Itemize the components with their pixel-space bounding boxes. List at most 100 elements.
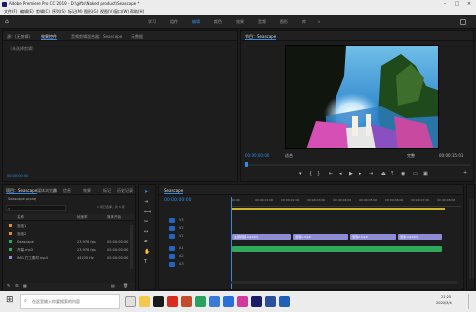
- column-fps[interactable]: 帧速率: [77, 215, 88, 220]
- premiere-pro-icon[interactable]: [251, 296, 262, 307]
- hand-tool-icon[interactable]: ✋: [144, 249, 150, 255]
- maximize-button[interactable]: □: [452, 1, 462, 7]
- workspace-tab-assembly[interactable]: 组件: [170, 20, 178, 24]
- workspace-tab-editing[interactable]: 编辑: [192, 20, 200, 24]
- timeline-ruler[interactable]: 00:00 00:00:01:00 00:00:02:00 00:00:03:0…: [231, 197, 461, 207]
- home-icon[interactable]: ⌂: [5, 18, 12, 25]
- column-media-start[interactable]: 媒体开始: [107, 215, 121, 220]
- step-back-icon[interactable]: ◂: [339, 171, 342, 177]
- menu-file[interactable]: 文件(F): [4, 9, 17, 14]
- project-item[interactable]: 开幕.mp3 23.976 fps 00:00:00:00: [3, 246, 135, 253]
- settings-icon[interactable]: ▣: [423, 171, 428, 177]
- write-lock-icon[interactable]: ✎: [7, 284, 10, 288]
- menu-graphics[interactable]: 图形(G): [84, 9, 98, 14]
- menu-edit[interactable]: 编辑(E): [20, 9, 34, 14]
- track-target-toggle[interactable]: [169, 226, 175, 231]
- track-target-toggle[interactable]: [169, 254, 175, 259]
- timeline-horizontal-scrollbar[interactable]: [231, 281, 457, 284]
- go-to-in-icon[interactable]: ⇤: [329, 171, 333, 177]
- track-select-tool-icon[interactable]: ⇥: [144, 199, 148, 205]
- pen-tool-icon[interactable]: ✒: [144, 239, 148, 245]
- workspace-tab-learn[interactable]: 学习: [148, 20, 156, 24]
- icon-view-icon[interactable]: ▦: [23, 284, 27, 288]
- track-target-toggle[interactable]: [169, 262, 175, 267]
- track-target-toggle[interactable]: [169, 246, 175, 251]
- app-icon[interactable]: [181, 296, 192, 307]
- tab-info[interactable]: 信息: [63, 188, 71, 194]
- new-item-icon[interactable]: ▤: [111, 284, 115, 288]
- app-icon[interactable]: [195, 296, 206, 307]
- track-target-toggle[interactable]: [169, 234, 175, 239]
- extract-icon[interactable]: ⤒: [391, 171, 393, 177]
- tab-sequence-seascape[interactable]: Seascape: [164, 188, 184, 194]
- app-icon[interactable]: [265, 296, 276, 307]
- menu-clip[interactable]: 剪辑(C): [36, 9, 50, 14]
- file-explorer-icon[interactable]: [139, 296, 150, 307]
- project-item[interactable]: 泡泡2: [3, 230, 135, 237]
- timeline-clip[interactable]: 泡泡2.mp4: [350, 234, 396, 240]
- timeline-playhead[interactable]: [231, 197, 232, 289]
- app-icon[interactable]: [237, 296, 248, 307]
- lift-icon[interactable]: ⏏: [381, 171, 386, 177]
- ripple-edit-tool-icon[interactable]: ⟺: [144, 209, 151, 215]
- source-timecode[interactable]: 00:00:00:00: [7, 174, 28, 179]
- fit-dropdown[interactable]: 适合: [285, 154, 293, 158]
- list-view-icon[interactable]: ☰: [15, 284, 19, 288]
- export-frame-icon[interactable]: ◉: [401, 171, 405, 177]
- quick-export-icon[interactable]: [460, 19, 466, 25]
- program-playhead[interactable]: [245, 162, 248, 167]
- show-desktop-button[interactable]: [468, 294, 472, 309]
- tab-source[interactable]: 源：(无剪辑): [7, 34, 30, 40]
- menu-window[interactable]: 窗口(W): [114, 9, 129, 14]
- workspace-tab-graphics[interactable]: 图形: [280, 20, 288, 24]
- tab-markers[interactable]: 标记: [103, 188, 111, 194]
- windows-start-icon[interactable]: ⊞: [6, 296, 14, 305]
- razor-tool-icon[interactable]: ✂: [144, 219, 148, 225]
- step-forward-icon[interactable]: ▸: [359, 171, 362, 177]
- workspace-tab-libraries[interactable]: 库: [302, 20, 306, 24]
- selection-tool-icon[interactable]: ➤: [144, 189, 148, 195]
- tab-metadata[interactable]: 元数据: [131, 34, 143, 40]
- close-button[interactable]: ×: [464, 1, 474, 7]
- tab-program[interactable]: 节目：Seascape: [245, 34, 277, 40]
- taskbar-search-box[interactable]: ⌕ 在这里输入你要搜索的内容: [20, 294, 120, 309]
- timeline-clip[interactable]: 泡泡1.mp4: [293, 234, 348, 240]
- project-item[interactable]: Seascape 23.976 fps 00:00:00:00: [3, 238, 135, 245]
- menu-sequence[interactable]: 序列(S): [52, 9, 66, 14]
- minimize-button[interactable]: –: [440, 1, 450, 7]
- type-tool-icon[interactable]: T: [144, 259, 147, 265]
- task-view-icon[interactable]: [125, 296, 136, 307]
- add-button-icon[interactable]: +: [463, 171, 467, 176]
- go-to-out-icon[interactable]: ⇥: [369, 171, 373, 177]
- workspace-tab-audio[interactable]: 音频: [258, 20, 266, 24]
- track-target-toggle[interactable]: [169, 218, 175, 223]
- workspace-more-button[interactable]: »: [318, 20, 320, 24]
- word-icon[interactable]: [279, 296, 290, 307]
- compare-icon[interactable]: ▭: [413, 171, 418, 177]
- workspace-tab-color[interactable]: 颜色: [214, 20, 222, 24]
- program-timecode[interactable]: 00:00:00:00: [245, 154, 269, 158]
- play-icon[interactable]: ▶: [349, 171, 353, 177]
- tab-audio-clip-mixer[interactable]: 音频剪辑混合器：Seascape: [71, 34, 122, 40]
- menu-marker[interactable]: 标记(M): [68, 9, 83, 14]
- menu-view[interactable]: 视图(V): [100, 9, 114, 14]
- audio-clip[interactable]: [232, 246, 442, 252]
- trash-icon[interactable]: 🗑: [123, 284, 128, 288]
- project-scrollbar[interactable]: [130, 225, 133, 269]
- timeline-clip[interactable]: 泡沫.mp4[V]: [398, 234, 442, 240]
- out-point-icon[interactable]: }: [317, 171, 320, 177]
- tab-effects[interactable]: 效果: [83, 188, 91, 194]
- project-item[interactable]: IMG 打工素材 mp4 44100 Hz 00:00:00:00: [3, 254, 135, 261]
- timeline-clip[interactable]: 主题视频.mp4[V]: [232, 234, 291, 240]
- tab-libraries[interactable]: 库: [53, 188, 57, 194]
- tab-effect-controls[interactable]: 效果控件: [41, 34, 57, 40]
- chrome-icon[interactable]: [223, 296, 234, 307]
- in-point-icon[interactable]: {: [309, 171, 312, 177]
- project-search-input[interactable]: ⌕: [6, 205, 66, 211]
- menu-help[interactable]: 帮助(H): [130, 9, 144, 14]
- program-time-ruler[interactable]: [245, 162, 471, 167]
- tab-history[interactable]: 历史记录: [117, 188, 133, 194]
- timeline-timecode[interactable]: 00:00:00:00: [164, 198, 191, 204]
- slip-tool-icon[interactable]: ↔: [144, 229, 148, 235]
- app-icon[interactable]: [167, 296, 178, 307]
